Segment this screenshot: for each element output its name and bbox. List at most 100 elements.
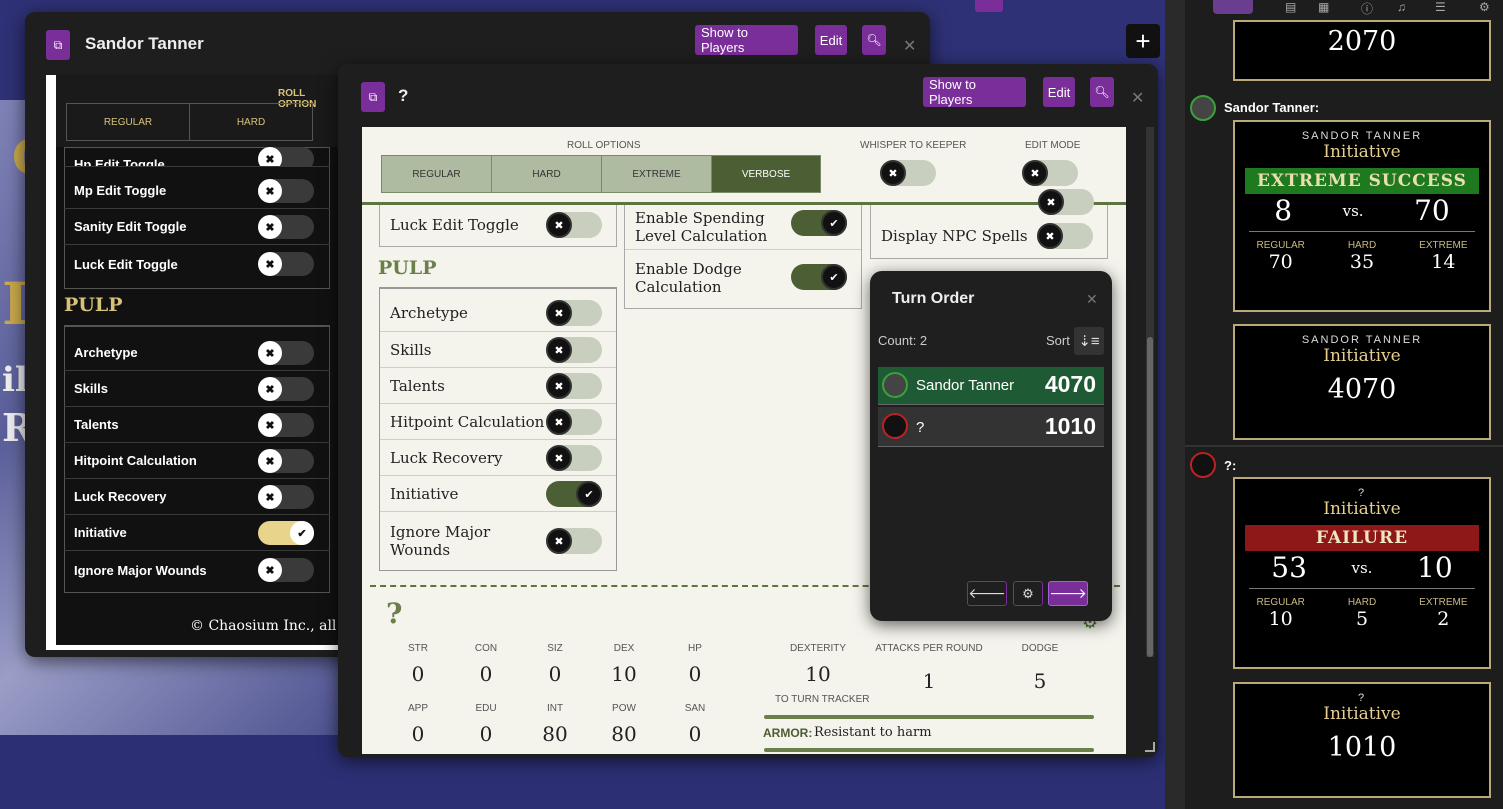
brush-divider [764, 715, 1094, 719]
roll-extreme-button[interactable]: EXTREME [601, 155, 712, 193]
stat-value[interactable]: 0 [393, 722, 443, 746]
edit-mode-toggle[interactable]: ✖ [1022, 160, 1078, 186]
combat-value[interactable]: 10 [788, 662, 848, 686]
roll-regular-button[interactable]: REGULAR [66, 103, 190, 141]
stat-label: STR [408, 643, 428, 654]
turn-entry[interactable]: ? 1010 [878, 407, 1104, 447]
show-to-players-button[interactable]: Show to Players [695, 25, 798, 55]
roll-regular-button[interactable]: REGULAR [381, 155, 492, 193]
info-tab-icon[interactable]: ⓘ [1361, 0, 1373, 17]
toggle-switch[interactable]: ✖ [258, 179, 314, 203]
toggle-switch[interactable]: ✖ [258, 558, 314, 582]
settings-tab-icon[interactable]: ⚙ [1479, 0, 1490, 14]
roll-verbose-button[interactable]: VERBOSE [711, 155, 821, 193]
toggle-label: Skills [390, 340, 432, 359]
resize-handle[interactable] [1145, 742, 1155, 752]
scrollbar[interactable] [1146, 127, 1154, 657]
stat-value[interactable]: 0 [670, 722, 720, 746]
add-icon[interactable]: + [1126, 24, 1160, 58]
toggle-switch[interactable]: ✖ [546, 212, 602, 238]
x-icon: ✖ [880, 160, 906, 186]
toggle-switch[interactable]: ✖ [546, 409, 602, 435]
toggle-switch[interactable]: ✖ [258, 449, 314, 473]
search-icon[interactable]: 🔍︎ [862, 25, 886, 55]
chat-tab-icon[interactable] [1213, 0, 1253, 14]
whisper-toggle[interactable]: ✖ [880, 160, 936, 186]
roll-hard-button[interactable]: HARD [491, 155, 602, 193]
stat-value[interactable]: 10 [599, 662, 649, 686]
roll-hard-button[interactable]: HARD [189, 103, 313, 141]
roll-character: ? [1357, 487, 1367, 499]
toggle-switch[interactable]: ✖ [546, 300, 602, 326]
toggle-switch[interactable]: ✖ [1038, 189, 1094, 215]
toggle-switch[interactable]: ✖ [546, 373, 602, 399]
popout-icon[interactable]: ⧉ [361, 82, 385, 112]
edit-button[interactable]: Edit [1043, 77, 1075, 107]
toggle-switch[interactable]: ✖ [1037, 223, 1093, 249]
close-icon[interactable]: ✕ [1086, 291, 1098, 308]
turn-entry[interactable]: Sandor Tanner 4070 [878, 367, 1104, 405]
journal-tab-icon[interactable]: ▤ [1285, 0, 1296, 14]
toggle-switch[interactable]: ✖ [546, 337, 602, 363]
toggle-switch[interactable]: ✖ [546, 528, 602, 554]
toggle-switch[interactable]: ✖ [258, 147, 314, 166]
toggle-switch[interactable]: ✖ [258, 215, 314, 239]
target-value: 70 [1414, 194, 1450, 227]
combat-value[interactable]: 5 [1010, 669, 1070, 693]
check-icon: ✔ [821, 210, 847, 236]
sort-icon[interactable]: ⇣≡ [1074, 327, 1104, 355]
edit-button[interactable]: Edit [815, 25, 847, 55]
threshold-value: 5 [1355, 608, 1369, 630]
toggle-switch[interactable]: ✔ [546, 481, 602, 507]
toggle-switch[interactable]: ✔ [258, 521, 314, 545]
toggle-switch[interactable]: ✖ [258, 413, 314, 437]
toggle-switch[interactable]: ✖ [258, 252, 314, 276]
toggle-switch[interactable]: ✖ [546, 445, 602, 471]
armor-label: ARMOR: [763, 726, 813, 740]
to-turn-tracker-link[interactable]: TO TURN TRACKER [775, 694, 869, 705]
stat-label: CON [474, 643, 498, 654]
popout-icon[interactable]: ⧉ [46, 30, 70, 60]
toggle-label: Ignore Major Wounds [74, 562, 207, 578]
turn-order-title: Turn Order [892, 290, 975, 307]
previous-turn-button[interactable]: 🡐 [967, 581, 1007, 606]
toggle-switch[interactable]: ✔ [791, 264, 847, 290]
top-tab-button[interactable] [975, 0, 1003, 12]
gear-icon[interactable]: ⚙ [1013, 581, 1043, 606]
toggle-switch[interactable]: ✖ [258, 377, 314, 401]
stat-label: SAN [684, 703, 706, 714]
list-tab-icon[interactable]: ☰ [1435, 0, 1446, 14]
combat-value[interactable]: 1 [899, 669, 959, 693]
compendium-tab-icon[interactable]: ▦ [1318, 0, 1329, 14]
stat-value[interactable]: 80 [530, 722, 580, 746]
close-icon[interactable]: ✕ [903, 36, 916, 56]
music-tab-icon[interactable]: ♫ [1397, 0, 1406, 14]
stat-value[interactable]: 0 [461, 662, 511, 686]
search-icon[interactable]: 🔍︎ [1090, 77, 1114, 107]
next-turn-button[interactable]: 🡒 [1048, 581, 1088, 606]
stat-value[interactable]: 0 [461, 722, 511, 746]
stat-value[interactable]: 0 [530, 662, 580, 686]
turn-entry-value: 1010 [1044, 413, 1096, 439]
x-icon: ✖ [546, 212, 572, 238]
stat-value[interactable]: 80 [599, 722, 649, 746]
toggle-label: Skills [74, 381, 108, 396]
stat-value[interactable]: 0 [670, 662, 720, 686]
stat-value[interactable]: 0 [393, 662, 443, 686]
toggle-row: Mp Edit Toggle ✖ [64, 173, 330, 209]
show-to-players-button[interactable]: Show to Players [923, 77, 1026, 107]
stat-label: INT [546, 703, 564, 714]
toggle-row: Talents ✖ [64, 407, 330, 443]
toggle-switch[interactable]: ✖ [258, 341, 314, 365]
threshold-label: HARD [1347, 240, 1377, 251]
scrollbar-thumb[interactable] [1147, 337, 1153, 657]
edit-mode-label: EDIT MODE [1025, 140, 1081, 151]
toggle-switch[interactable]: ✔ [791, 210, 847, 236]
armor-value[interactable]: Resistant to harm [814, 725, 932, 740]
toggle-row: Display NPC Spells ✖ [871, 218, 1107, 254]
roll-total: 1010 [1327, 732, 1397, 763]
toggle-switch[interactable]: ✖ [258, 485, 314, 509]
toggle-row: Luck Recovery ✖ [64, 479, 330, 515]
close-icon[interactable]: ✕ [1131, 88, 1144, 108]
roll-title: Initiative [1323, 704, 1401, 724]
